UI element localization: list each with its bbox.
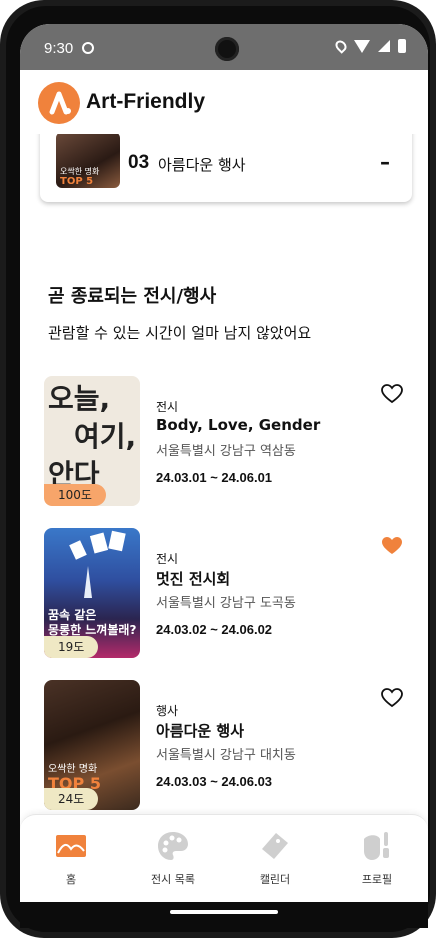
- rank-number: 03: [128, 152, 150, 173]
- app-header: Art-Friendly: [20, 70, 428, 134]
- nav-label: 홈: [65, 873, 77, 886]
- nav-calendar[interactable]: 캘린더: [224, 815, 326, 903]
- poster-text: 오싹한 명화: [48, 764, 98, 775]
- battery-icon: [398, 39, 406, 53]
- rank-thumb-top: TOP 5: [60, 176, 94, 187]
- artist-profile-icon: [364, 832, 389, 860]
- event-poster: 오싹한 명화 TOP 5 24도: [44, 680, 140, 810]
- nav-home[interactable]: 홈: [20, 815, 122, 903]
- nav-exhibitions[interactable]: 전시 목록: [122, 815, 224, 903]
- temperature-badge: 19도: [44, 636, 99, 658]
- nav-label: 프로필: [361, 873, 393, 886]
- event-poster: 꿈속 같은 몽롱한 느껴볼래? 19도: [44, 528, 140, 658]
- event-title: 아름다운 행사: [156, 722, 245, 740]
- event-category: 전시: [156, 400, 179, 414]
- main-content[interactable]: 오싹한 명화 TOP 5 03 아름다운 행사 – 곧 종료되는 전시/행사 관…: [20, 134, 428, 814]
- gesture-bar: [20, 902, 428, 928]
- rank-title: 아름다운 행사: [158, 156, 246, 174]
- heart-filled-icon[interactable]: [380, 534, 404, 558]
- front-camera: [215, 37, 239, 61]
- app-screen: 9:30 Art-Friendly 오싹한 명화 TOP 5 03 아름다운 행…: [20, 24, 428, 928]
- event-title: 멋진 전시회: [156, 570, 231, 588]
- status-icons: [333, 38, 406, 54]
- heart-outline-icon[interactable]: [380, 686, 404, 710]
- section-title: 곧 종료되는 전시/행사: [48, 286, 217, 307]
- status-bar: 9:30: [20, 24, 428, 70]
- section-subtitle: 관람할 수 있는 시간이 얼마 남지 않았어요: [48, 324, 312, 342]
- event-category: 행사: [156, 704, 179, 718]
- poster-text: 여기,: [74, 420, 137, 453]
- device-bezel: 9:30 Art-Friendly 오싹한 명화 TOP 5 03 아름다운 행…: [6, 6, 430, 932]
- home-indicator[interactable]: [170, 910, 278, 914]
- nav-profile[interactable]: 프로필: [326, 815, 428, 903]
- event-card[interactable]: 오싹한 명화 TOP 5 24도 행사 아름다운 행사 서울특별시 강남구 대치…: [44, 680, 404, 810]
- ticket-icon: [262, 833, 288, 859]
- wifi-icon: [354, 39, 370, 53]
- event-poster: 오늘, 여기, 안다 100도: [44, 376, 140, 506]
- device-frame: 9:30 Art-Friendly 오싹한 명화 TOP 5 03 아름다운 행…: [0, 0, 436, 938]
- event-dates: 24.03.03 ~ 24.06.03: [156, 774, 273, 789]
- event-category: 전시: [156, 552, 179, 566]
- top-ranked-item[interactable]: 오싹한 명화 TOP 5 03 아름다운 행사 –: [40, 134, 412, 202]
- collapse-button[interactable]: –: [380, 150, 390, 174]
- temperature-badge: 24도: [44, 788, 99, 810]
- rank-thumbnail: 오싹한 명화 TOP 5: [56, 134, 120, 188]
- event-dates: 24.03.02 ~ 24.06.02: [156, 622, 273, 637]
- event-location: 서울특별시 강남구 역삼동: [156, 444, 296, 459]
- heart-outline-icon[interactable]: [380, 382, 404, 406]
- status-time: 9:30: [44, 40, 74, 57]
- event-location: 서울특별시 강남구 대치동: [156, 748, 296, 763]
- poster-text: 오늘,: [48, 382, 111, 415]
- palette-icon: [158, 832, 188, 860]
- event-card[interactable]: 오늘, 여기, 안다 100도 전시 Body, Love, Gender 서울…: [44, 376, 404, 506]
- home-landscape-icon: [56, 835, 86, 857]
- event-location: 서울특별시 강남구 도곡동: [156, 596, 296, 611]
- poster-text: 꿈속 같은 몽롱한 느껴볼래?: [48, 608, 137, 637]
- logo-icon[interactable]: [38, 82, 80, 124]
- location-icon: [333, 38, 349, 54]
- app-title: Art-Friendly: [86, 90, 206, 113]
- event-dates: 24.03.01 ~ 24.06.01: [156, 470, 273, 485]
- bottom-nav: 홈 전시 목록 캘린더 프로필: [20, 814, 428, 902]
- temperature-badge: 100도: [44, 484, 106, 506]
- event-card[interactable]: 꿈속 같은 몽롱한 느껴볼래? 19도 전시 멋진 전시회 서울특별시 강남구 도…: [44, 528, 404, 658]
- nav-label: 캘린더: [259, 873, 291, 886]
- event-title: Body, Love, Gender: [156, 416, 321, 434]
- nav-label: 전시 목록: [151, 873, 195, 886]
- sync-icon: [82, 42, 94, 54]
- signal-icon: [378, 40, 390, 52]
